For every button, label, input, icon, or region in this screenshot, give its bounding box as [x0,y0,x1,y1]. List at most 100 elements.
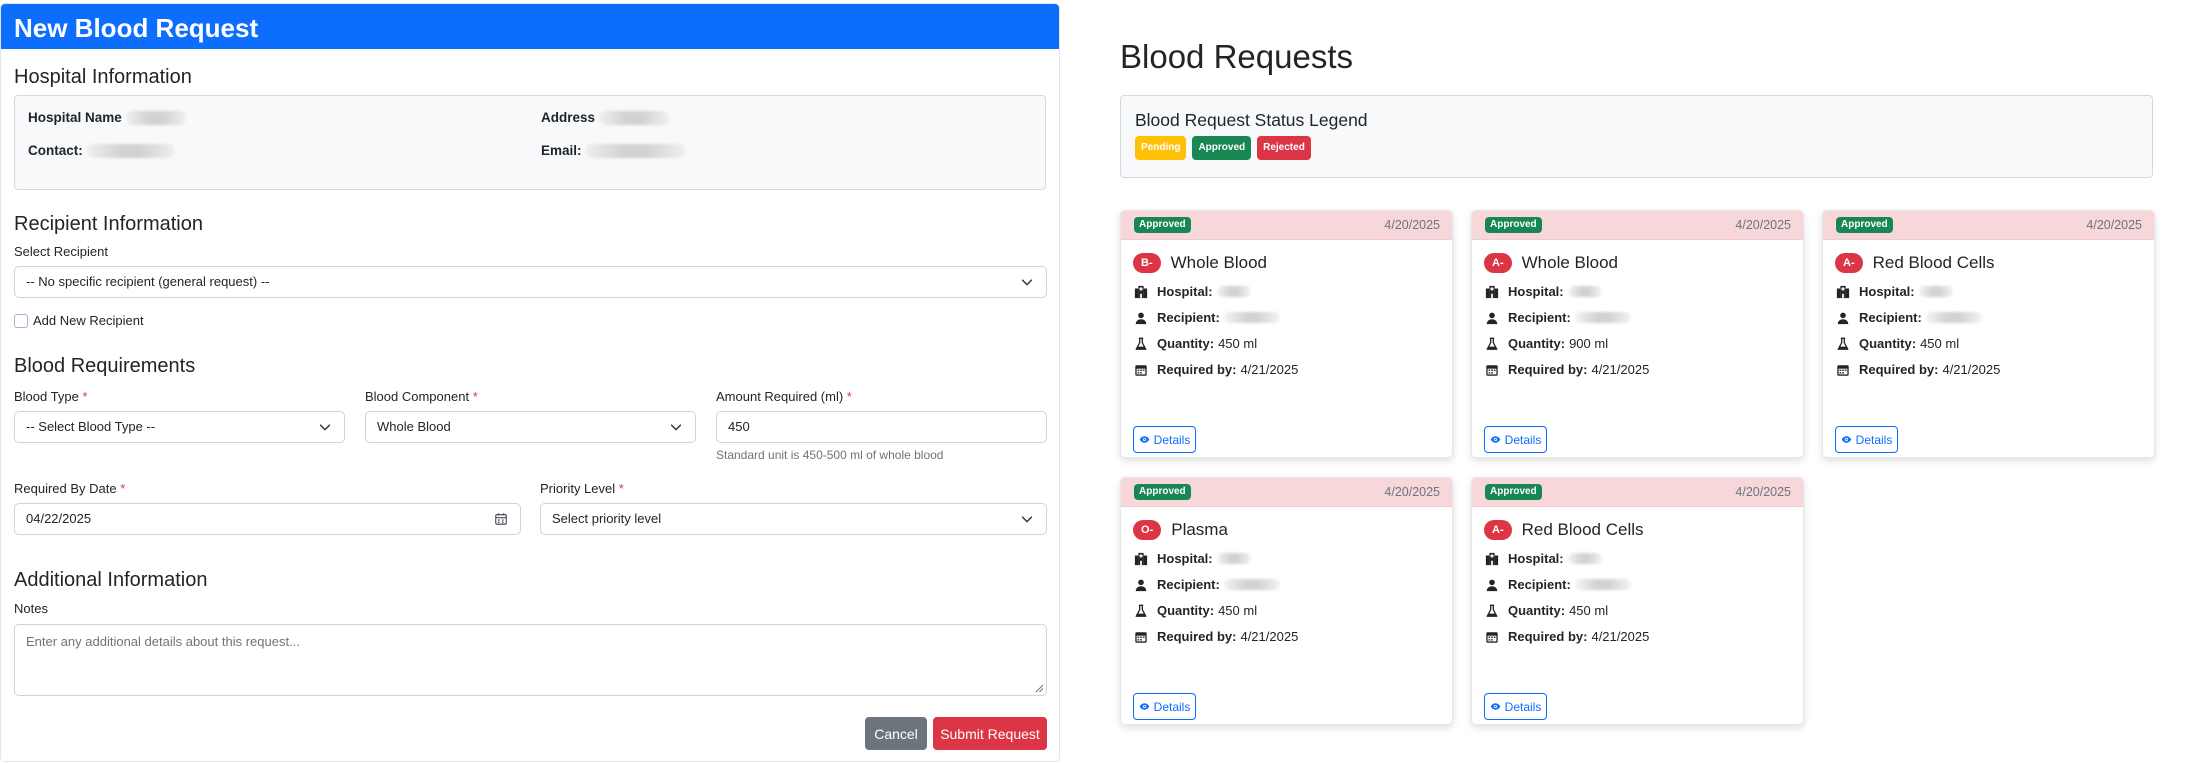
status-legend-title: Blood Request Status Legend [1135,110,1368,130]
hospital-icon [1134,285,1148,298]
details-button[interactable]: Details [1133,693,1196,720]
required-by-row: Required by: 4/21/2025 [1134,362,1298,377]
required-by-label: Required by: [1508,362,1588,377]
recipient-redacted [1223,312,1280,323]
hospital-icon [1134,552,1148,565]
recipient-section-title: Recipient Information [14,213,203,235]
calendar-icon [1486,364,1498,376]
request-status-badge: Approved [1134,217,1191,233]
eye-icon [1139,436,1149,443]
blood-requests-title: Blood Requests [1120,38,1353,75]
hospital-row: Hospital: [1836,284,1953,299]
required-by-value: 4/21/2025 [1240,629,1299,644]
blood-type-pill: A- [1835,253,1863,273]
details-label: Details [1855,432,1893,447]
hospital-row: Hospital: [1134,551,1251,566]
quantity-label: Quantity: [1508,603,1566,618]
requirements-section-title: Blood Requirements [14,355,196,377]
recipient-redacted [1223,579,1280,590]
required-by-value: 4/21/2025 [1591,629,1650,644]
details-button[interactable]: Details [1133,426,1196,453]
details-button[interactable]: Details [1484,693,1547,720]
request-date: 4/20/2025 [1384,218,1440,232]
notes-textarea[interactable]: Enter any additional details about this … [14,624,1047,696]
blood-type-select[interactable]: -- Select Blood Type -- [14,411,345,443]
form-header-title: New Blood Request [1,4,1059,49]
add-new-recipient-label[interactable]: Add New Recipient [33,313,144,328]
quantity-row: Quantity: 450 ml [1836,336,1959,351]
blood-component-select[interactable]: Whole Blood [365,411,696,443]
flask-icon [1837,337,1849,350]
hospital-address-redacted [598,111,669,126]
recipient-redacted [1925,312,1982,323]
hospital-row: Hospital: [1485,551,1602,566]
required-by-row: Required by: 4/21/2025 [1836,362,2000,377]
new-blood-request-form: New Blood Request Hospital Information H… [0,3,1060,762]
hospital-email-redacted [585,144,686,159]
required-by-label: Required by: [1508,629,1588,644]
amount-help-text: Standard unit is 450-500 ml of whole blo… [716,448,944,462]
recipient-row: Recipient: [1134,310,1280,325]
recipient-label: Recipient: [1859,310,1922,325]
select-recipient-dropdown[interactable]: -- No specific recipient (general reques… [14,266,1047,298]
priority-level-value: Select priority level [552,511,662,526]
hospital-label: Hospital: [1859,284,1915,299]
component-name: Red Blood Cells [1872,253,1995,272]
blood-component-label: Blood Component * [365,389,478,404]
amount-required-value: 450 [728,419,750,434]
calendar-icon [1135,631,1147,643]
quantity-row: Quantity: 900 ml [1485,336,1608,351]
chevron-down-icon [1021,516,1033,523]
eye-icon [1490,703,1500,710]
details-label: Details [1153,432,1191,447]
hospital-name-field: Hospital Name [28,110,186,126]
quantity-value: 450 ml [1920,336,1960,351]
submit-request-button[interactable]: Submit Request [933,717,1047,750]
priority-level-select[interactable]: Select priority level [540,503,1047,535]
quantity-row: Quantity: 450 ml [1134,603,1257,618]
hospital-address-label: Address [541,110,596,125]
hospital-contact-field: Contact: [28,143,175,159]
hospital-address-field: Address [541,110,669,126]
calendar-icon[interactable] [494,512,508,526]
status-legend-box: Blood Request Status Legend Pending Appr… [1120,95,2153,178]
user-icon [1135,312,1147,324]
amount-required-label: Amount Required (ml) * [716,389,852,404]
request-card-header: Approved 4/20/2025 [1472,211,1803,240]
hospital-row: Hospital: [1134,284,1251,299]
request-status-badge: Approved [1134,484,1191,500]
status-legend-badges: Pending Approved Rejected [1135,136,1311,160]
flask-icon [1486,337,1498,350]
eye-icon [1490,436,1500,443]
hospital-email-label: Email: [541,143,582,158]
hospital-redacted [1216,553,1251,564]
user-icon [1837,312,1849,324]
required-by-date-input[interactable]: 04/22/2025 [14,503,521,535]
resize-grip-icon[interactable] [1034,683,1044,693]
add-new-recipient-checkbox[interactable] [14,314,28,328]
cancel-button[interactable]: Cancel [865,717,927,750]
request-status-badge: Approved [1836,217,1893,233]
hospital-label: Hospital: [1157,551,1213,566]
required-by-row: Required by: 4/21/2025 [1485,362,1649,377]
request-blood-type-row: O- Plasma [1133,520,1228,540]
request-date: 4/20/2025 [1384,485,1440,499]
details-button[interactable]: Details [1484,426,1547,453]
request-blood-type-row: A- Whole Blood [1484,253,1618,273]
hospital-row: Hospital: [1485,284,1602,299]
request-blood-type-row: A- Red Blood Cells [1835,253,1995,273]
quantity-value: 900 ml [1569,336,1609,351]
request-date: 4/20/2025 [2086,218,2142,232]
hospital-redacted [1567,553,1602,564]
request-date: 4/20/2025 [1735,218,1791,232]
quantity-label: Quantity: [1859,336,1917,351]
amount-required-input[interactable]: 450 [716,411,1047,443]
chevron-down-icon [670,424,682,431]
request-card: Approved 4/20/2025 B- Whole Blood Hospit… [1120,210,1453,458]
details-button[interactable]: Details [1835,426,1898,453]
details-label: Details [1153,699,1191,714]
flask-icon [1135,337,1147,350]
required-by-row: Required by: 4/21/2025 [1485,629,1649,644]
hospital-contact-label: Contact: [28,143,83,158]
blood-type-value: -- Select Blood Type -- [26,419,156,434]
